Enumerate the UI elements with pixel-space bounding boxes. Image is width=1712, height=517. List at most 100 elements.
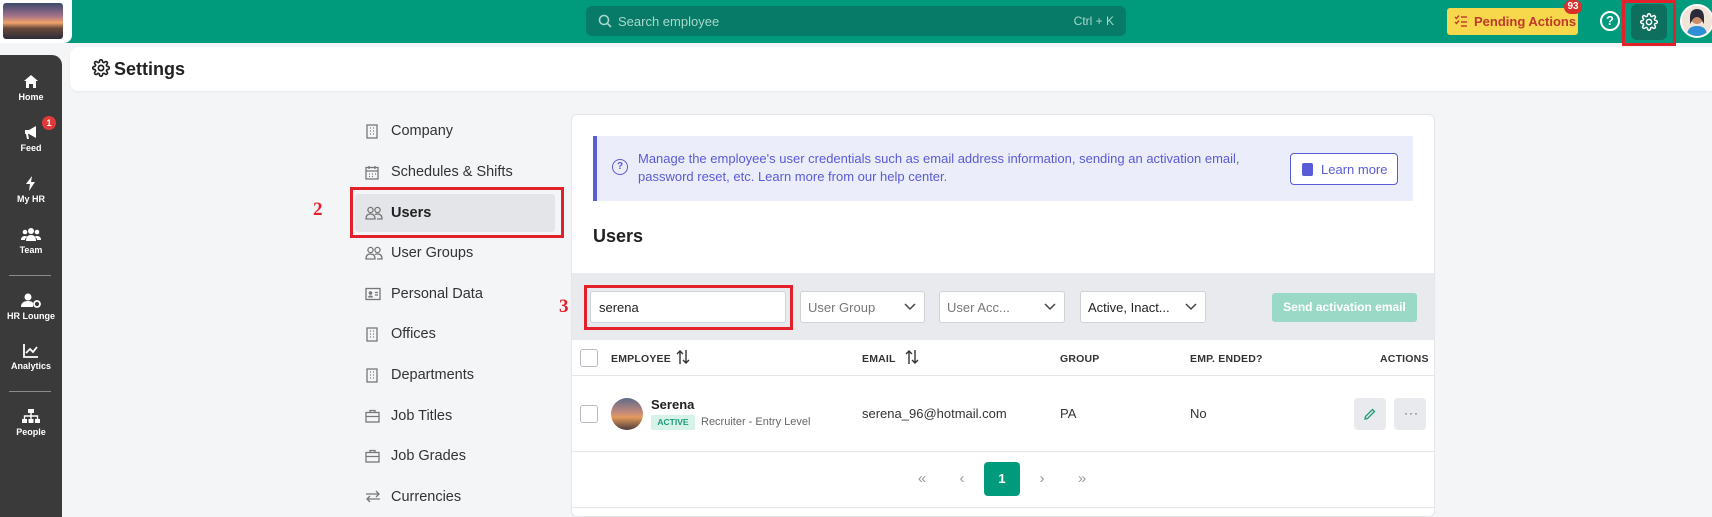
column-header-email[interactable]: EMAIL [862,353,896,365]
building-icon [366,368,378,383]
gear-icon [92,59,110,77]
sort-icon[interactable] [676,349,690,365]
subnav-item-job-titles[interactable]: Job Titles [355,397,555,435]
briefcase-icon [365,409,380,423]
subnav-label: Job Grades [391,448,466,464]
learn-more-button[interactable]: Learn more [1290,153,1398,185]
column-header-employee[interactable]: EMPLOYEE [611,353,671,365]
pencil-icon [1364,408,1376,420]
rail-label-hr-lounge: HR Lounge [7,311,55,321]
org-chart-icon [22,409,40,423]
pagination-last[interactable]: » [1064,462,1100,496]
select-label: User Group [808,300,876,315]
edit-button[interactable] [1354,398,1386,430]
subnav-item-personal-data[interactable]: Personal Data [355,275,555,313]
user-account-select[interactable]: User Acc... [939,291,1065,323]
chevron-down-icon [1185,303,1197,311]
subnav-item-job-grades[interactable]: Job Grades [355,437,555,475]
rail-divider [9,391,51,392]
bolt-icon [26,176,35,191]
pagination-page-1[interactable]: 1 [984,462,1020,496]
page-title: Settings [114,59,186,79]
feed-badge: 1 [42,116,56,130]
rail-item-home[interactable]: Home [0,74,62,102]
building-icon [366,327,378,342]
employee-ended: No [1190,406,1207,421]
rail-label-people: People [16,427,46,437]
pagination-first[interactable]: « [904,462,940,496]
chevron-down-icon [904,303,916,311]
megaphone-icon [25,126,36,139]
subnav-item-user-groups[interactable]: User Groups [355,234,555,272]
user-avatar[interactable] [1680,4,1712,38]
subnav-item-schedules-shifts[interactable]: Schedules & Shifts [355,153,555,191]
employee-name[interactable]: Serena [651,397,694,412]
more-actions-button[interactable]: ··· [1394,398,1426,430]
logo-image [3,3,63,39]
column-header-group: GROUP [1060,353,1100,365]
pending-count-badge: 93 [1564,0,1582,14]
employee-group: PA [1060,406,1077,421]
company-logo[interactable] [0,0,72,43]
subnav-label: Job Titles [391,408,453,424]
section-title: Users [593,226,644,246]
rail-item-team[interactable]: Team [0,227,62,255]
home-icon [24,75,38,88]
rail-item-hr-lounge[interactable]: HR Lounge [0,293,62,321]
rail-label-analytics: Analytics [10,361,52,371]
status-badge: ACTIVE [651,415,695,430]
settings-header: Settings [70,47,1712,91]
table-header [572,340,1434,376]
select-label: Active, Inact... [1088,300,1170,315]
column-header-actions: ACTIONS [1380,353,1429,365]
search-icon [598,14,612,28]
subnav-item-offices[interactable]: Offices [355,315,555,353]
info-banner-text: Manage the employee's user credentials s… [638,151,1240,184]
column-header-emp-ended: EMP. ENDED? [1190,353,1263,365]
employee-email: serena_96@hotmail.com [862,406,1007,421]
avatar-illustration [1682,6,1712,36]
pending-actions-label: Pending Actions [1474,14,1577,29]
pagination-next[interactable]: › [1024,462,1060,496]
annotation-number-2: 2 [313,199,323,220]
subnav-label: Offices [391,326,436,342]
send-activation-email-button[interactable]: Send activation email [1272,293,1417,322]
pending-actions-button[interactable]: Pending Actions [1447,8,1578,35]
annotation-box-2 [350,187,564,238]
calendar-icon [365,166,379,180]
user-group-select[interactable]: User Group [800,291,925,323]
employee-avatar [611,398,643,430]
top-bar: Search employee Ctrl + K Pending Actions… [0,0,1712,43]
sort-icon[interactable] [905,349,919,365]
help-icon[interactable]: ? [1600,11,1620,31]
select-all-checkbox[interactable] [580,349,598,367]
subnav-item-departments[interactable]: Departments [355,356,555,394]
employee-search[interactable]: Search employee Ctrl + K [586,6,1126,36]
checklist-icon [1454,15,1467,27]
more-icon: ··· [1404,406,1419,420]
rail-item-my-hr[interactable]: My HR [0,176,62,204]
chart-icon [23,344,38,358]
pagination-prev[interactable]: ‹ [944,462,980,496]
status-select[interactable]: Active, Inact... [1080,291,1206,323]
annotation-number-3: 3 [559,296,569,317]
rail-item-feed[interactable]: Feed [0,125,62,153]
search-shortcut: Ctrl + K [1073,14,1114,28]
subnav-item-currencies[interactable]: Currencies [355,478,555,516]
rail-divider [9,275,51,276]
briefcase-icon [365,449,380,463]
rail-label-home: Home [18,92,44,102]
rail-item-people[interactable]: People [0,409,62,437]
rail-label-my-hr: My HR [16,194,45,204]
rail-label-feed: Feed [20,143,42,153]
user-groups-icon [365,246,383,260]
subnav-item-company[interactable]: Company [355,112,555,150]
employee-role: Recruiter - Entry Level [701,416,811,428]
annotation-box-1 [1622,0,1676,46]
card-divider [572,507,1434,508]
rail-item-analytics[interactable]: Analytics [0,343,62,371]
subnav-label: Departments [391,367,475,383]
row-checkbox[interactable] [580,405,598,423]
subnav-label: Personal Data [391,286,483,302]
learn-more-label: Learn more [1321,162,1388,177]
